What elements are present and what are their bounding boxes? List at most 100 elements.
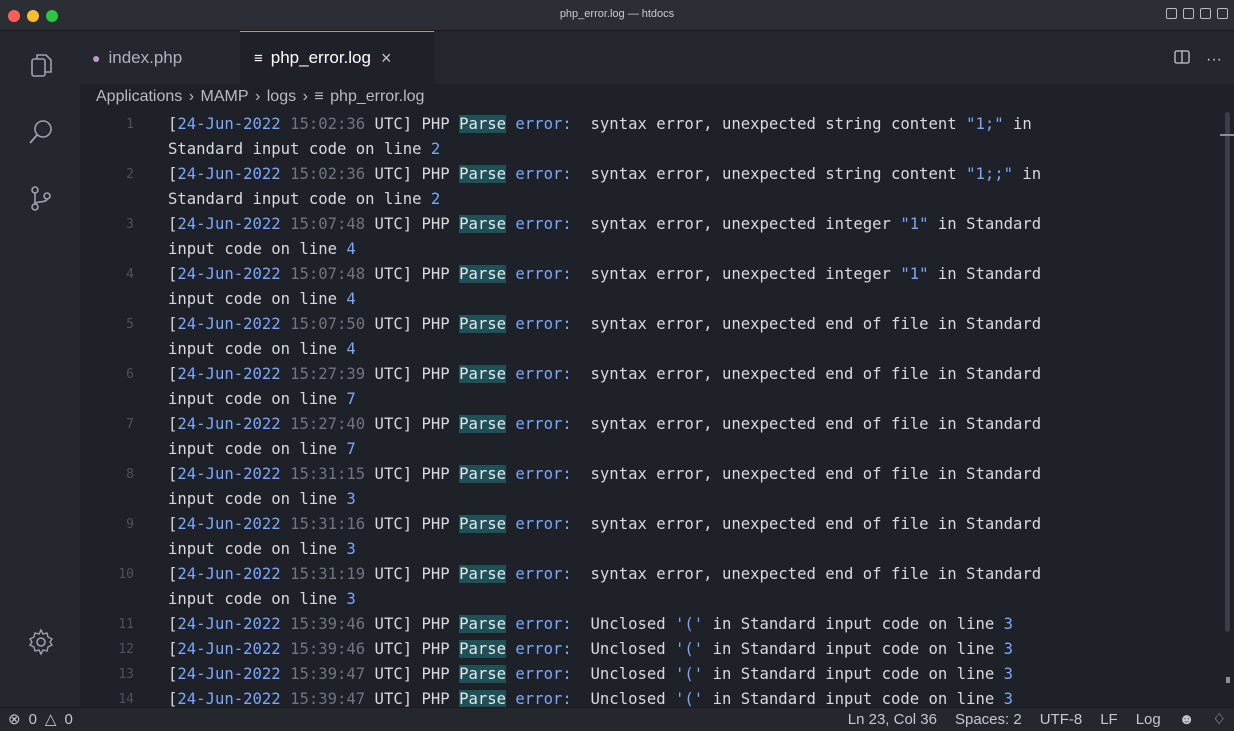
log-line: 13 [24-Jun-2022 15:39:47 UTC] PHP Parse e…	[80, 662, 1220, 687]
customize-layout-icon[interactable]	[1217, 8, 1228, 19]
log-time: 15:07:48	[290, 215, 366, 233]
parse-keyword-highlight: Parse	[459, 165, 507, 183]
line-number: 1	[126, 117, 134, 132]
breadcrumb-file[interactable]: php_error.log	[330, 88, 424, 105]
log-year: 2022	[243, 640, 281, 658]
log-level: error:	[515, 415, 572, 433]
toggle-panel-icon[interactable]	[1183, 8, 1194, 19]
log-line-wrap: input code on line 3	[80, 587, 1220, 612]
parse-keyword-highlight: Parse	[459, 365, 507, 383]
parse-keyword-highlight: Parse	[459, 690, 507, 707]
notifications-bell-icon[interactable]: ♢	[1213, 710, 1226, 728]
log-time: 15:31:19	[290, 565, 366, 583]
log-date: 24-Jun-	[177, 165, 244, 183]
end-of-line[interactable]: LF	[1100, 711, 1118, 728]
search-icon[interactable]	[26, 117, 56, 147]
line-number: 9	[126, 517, 134, 532]
log-head: UTC] PHP	[365, 690, 460, 707]
scrollbar-thumb[interactable]	[1225, 112, 1230, 632]
log-line-text: [24-Jun-2022 15:31:15 UTC] PHP Parse err…	[168, 462, 1041, 487]
log-head: UTC] PHP	[365, 665, 460, 683]
parse-keyword-highlight: Parse	[459, 665, 507, 683]
activity-bar	[0, 31, 80, 707]
log-message: syntax error, unexpected end of file in …	[571, 515, 1042, 533]
split-editor-icon[interactable]	[1174, 49, 1190, 70]
log-message: syntax error, unexpected end of file in …	[571, 565, 1042, 583]
log-level: error:	[515, 215, 572, 233]
close-tab-icon[interactable]: ×	[381, 48, 392, 69]
log-wrap: Standard input code on line	[168, 190, 431, 208]
log-line-text: [24-Jun-2022 15:39:47 UTC] PHP Parse err…	[168, 662, 1013, 687]
line-number: 10	[118, 567, 134, 582]
log-head: UTC] PHP	[365, 615, 460, 633]
log-message: syntax error, unexpected end of file in …	[571, 415, 1042, 433]
log-line-wrap-text: input code on line 7	[168, 437, 356, 462]
vertical-scrollbar[interactable]	[1220, 112, 1234, 707]
log-line-text: [24-Jun-2022 15:07:48 UTC] PHP Parse err…	[168, 212, 1041, 237]
breadcrumb-mamp[interactable]: MAMP	[201, 88, 249, 105]
indentation[interactable]: Spaces: 2	[955, 711, 1022, 728]
log-date: 24-Jun-	[177, 565, 244, 583]
log-line: 4 [24-Jun-2022 15:07:48 UTC] PHP Parse er…	[80, 262, 1220, 287]
log-line-ref: 3	[346, 490, 356, 508]
log-line-ref: 7	[346, 390, 356, 408]
parse-keyword-highlight: Parse	[459, 315, 507, 333]
log-level: error:	[515, 265, 572, 283]
line-number: 2	[126, 167, 134, 182]
log-date: 24-Jun-	[177, 415, 244, 433]
log-head: UTC] PHP	[365, 415, 460, 433]
log-date: 24-Jun-	[177, 690, 244, 707]
warning-icon: △	[44, 711, 57, 728]
window-title: php_error.log — htdocs	[559, 8, 675, 20]
encoding[interactable]: UTF-8	[1040, 711, 1083, 728]
toggle-secondary-sidebar-icon[interactable]	[1200, 8, 1211, 19]
tab-php-error-log[interactable]: ≡ php_error.log ×	[240, 31, 434, 84]
log-tail: in Standard input code on line	[703, 615, 1004, 633]
log-time: 15:02:36	[290, 115, 366, 133]
chevron-right-icon: ›	[302, 88, 308, 105]
log-line-wrap: input code on line 4	[80, 287, 1220, 312]
breadcrumb-logs[interactable]: logs	[267, 88, 296, 105]
log-string: '('	[675, 665, 704, 683]
accounts-icon[interactable]: ☻	[1179, 711, 1195, 728]
log-date: 24-Jun-	[177, 640, 244, 658]
log-head: UTC] PHP	[365, 565, 460, 583]
more-actions-icon[interactable]: ···	[1206, 51, 1222, 69]
settings-gear-icon[interactable]	[26, 627, 56, 657]
log-level: error:	[515, 640, 572, 658]
cursor-position-marker	[1220, 134, 1234, 136]
log-line-wrap-text: Standard input code on line 2	[168, 137, 440, 162]
parse-keyword-highlight: Parse	[459, 465, 507, 483]
source-control-icon[interactable]	[26, 183, 56, 213]
log-tail: in	[1013, 165, 1042, 183]
problems-indicator[interactable]: ⊗ 0 △ 0	[8, 710, 73, 729]
log-time: 15:39:46	[290, 615, 366, 633]
cursor-position[interactable]: Ln 23, Col 36	[848, 711, 937, 728]
log-line-wrap: input code on line 3	[80, 487, 1220, 512]
code-editor[interactable]: 1 [24-Jun-2022 15:02:36 UTC] PHP Parse er…	[80, 112, 1220, 707]
language-mode[interactable]: Log	[1136, 711, 1161, 728]
log-line: 3 [24-Jun-2022 15:07:48 UTC] PHP Parse er…	[80, 212, 1220, 237]
explorer-icon[interactable]	[26, 51, 56, 81]
log-level: error:	[515, 565, 572, 583]
log-message: syntax error, unexpected integer	[571, 215, 901, 233]
log-year: 2022	[243, 615, 281, 633]
toggle-primary-sidebar-icon[interactable]	[1166, 8, 1177, 19]
log-file-icon: ≡	[254, 49, 263, 67]
log-head: UTC] PHP	[365, 640, 460, 658]
log-file-icon: ≡	[314, 88, 324, 105]
overview-ruler-marker	[1226, 677, 1230, 683]
log-line-ref: 2	[430, 140, 441, 158]
layout-controls	[1166, 8, 1228, 19]
tab-index-php[interactable]: ● index.php	[80, 31, 240, 84]
line-number: 4	[126, 267, 134, 282]
title-bar: php_error.log — htdocs	[0, 0, 1234, 31]
log-date: 24-Jun-	[177, 465, 244, 483]
breadcrumb-applications[interactable]: Applications	[96, 88, 182, 105]
